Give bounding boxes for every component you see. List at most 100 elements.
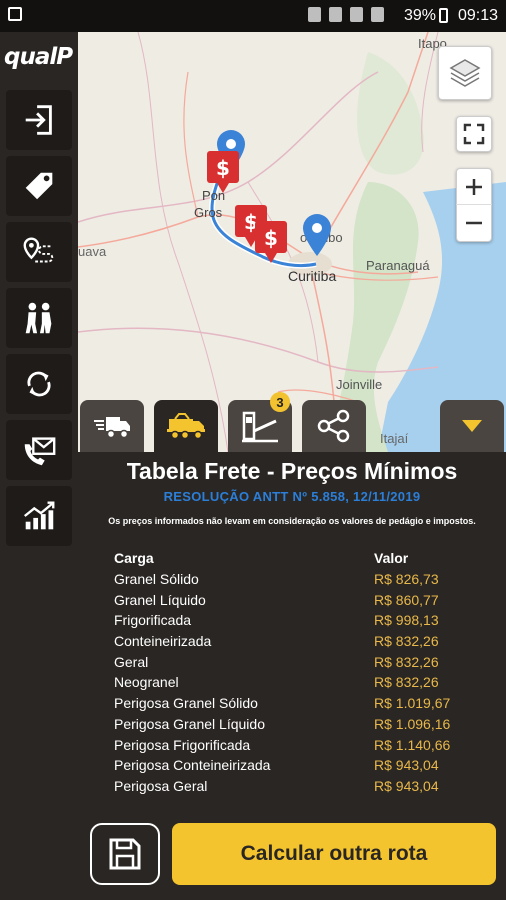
- cargo-type: Geral: [114, 653, 149, 670]
- table-header: Carga Valor: [114, 548, 474, 569]
- alarm-icon: [308, 7, 321, 22]
- status-bar: 39% 09:13: [0, 0, 506, 32]
- svg-text:$: $: [264, 226, 278, 250]
- table-row: Perigosa Frigorificada R$ 1.140,66: [114, 734, 474, 755]
- app-logo: qualP: [4, 44, 73, 70]
- cargo-type: Perigosa Conteineirizada: [114, 757, 271, 774]
- cargo-value: R$ 832,26: [374, 633, 439, 650]
- layers-button[interactable]: [438, 46, 492, 100]
- cargo-type: Perigosa Granel Líquido: [114, 715, 265, 732]
- battery-percentage: 39%: [403, 7, 436, 24]
- gallery-icon: [8, 7, 22, 21]
- sidebar: qualP: [0, 32, 78, 900]
- plus-icon: [466, 178, 482, 195]
- table-row: Neogranel R$ 832,26: [114, 672, 474, 693]
- app-root: 39% 09:13 qualP Itapo Pon Gros Curitiba …: [0, 0, 506, 900]
- cargo-value: R$ 832,26: [374, 674, 439, 691]
- cargo-value: R$ 832,26: [374, 653, 439, 670]
- minus-icon: [466, 221, 482, 225]
- sidebar-item-login[interactable]: [6, 90, 72, 150]
- zoom-out-button[interactable]: [456, 205, 492, 241]
- layers-icon: [449, 59, 481, 87]
- contact-icon: [24, 437, 56, 466]
- table-row: Perigosa Geral R$ 943,04: [114, 776, 474, 797]
- login-icon: [25, 105, 52, 135]
- sidebar-item-route[interactable]: [6, 222, 72, 282]
- toll-marker-icon[interactable]: $: [254, 220, 288, 264]
- cargo-value: R$ 1.140,66: [374, 736, 451, 753]
- save-button[interactable]: [90, 823, 160, 885]
- table-row: Granel Líquido R$ 860,77: [114, 589, 474, 610]
- toll-count-badge: 3: [270, 392, 290, 412]
- panel-title: Tabela Frete - Preços Mínimos: [126, 458, 458, 484]
- tab-freight[interactable]: [154, 400, 218, 452]
- sidebar-item-contact[interactable]: [6, 420, 72, 480]
- cargo-type: Neogranel: [114, 674, 179, 691]
- cargo-value: R$ 1.019,67: [374, 695, 451, 712]
- truck-icon: [94, 417, 130, 439]
- bottom-tabs: 3: [78, 392, 506, 452]
- zoom-in-button[interactable]: [456, 169, 492, 205]
- table-row: Perigosa Conteineirizada R$ 943,04: [114, 755, 474, 776]
- route-icon: [23, 237, 54, 263]
- cargo-value: R$ 1.096,16: [374, 715, 451, 732]
- cargo-type: Perigosa Granel Sólido: [114, 695, 258, 712]
- zoom-control: [456, 168, 492, 242]
- tab-share[interactable]: [302, 400, 366, 452]
- tag-icon: [25, 172, 53, 200]
- sidebar-item-tag[interactable]: [6, 156, 72, 216]
- cargo-type: Perigosa Geral: [114, 777, 208, 794]
- sidebar-item-refresh[interactable]: [6, 354, 72, 414]
- chart-icon: [24, 501, 55, 530]
- collapse-panel-button[interactable]: [440, 400, 504, 452]
- destination-pin-icon[interactable]: [302, 214, 332, 256]
- sidebar-item-chart[interactable]: [6, 486, 72, 546]
- svg-text:$: $: [216, 156, 230, 180]
- map-label-paranagua: Paranaguá: [366, 258, 430, 273]
- freight-table-panel: Tabela Frete - Preços Mínimos RESOLUÇÃO …: [78, 452, 506, 900]
- map-label-grossa: Gros: [194, 205, 223, 220]
- cargo-type: Granel Sólido: [114, 571, 199, 588]
- table-row: Frigorificada R$ 998,13: [114, 610, 474, 631]
- tab-toll[interactable]: 3: [228, 392, 292, 452]
- status-icons: [308, 7, 384, 22]
- refresh-icon: [27, 371, 51, 397]
- wifi-icon: [350, 7, 363, 22]
- freight-truck-icon: [167, 413, 205, 440]
- cargo-value: R$ 826,73: [374, 571, 439, 588]
- table-row: Perigosa Granel Sólido R$ 1.019,67: [114, 693, 474, 714]
- resolution-link[interactable]: RESOLUÇÃO ANTT Nº 5.858, 12/11/2019: [78, 489, 506, 504]
- battery-icon: [439, 8, 448, 23]
- disclaimer-note: Os preços informados não levam em consid…: [108, 516, 476, 526]
- table-row: Perigosa Granel Líquido R$ 1.096,16: [114, 714, 474, 735]
- cargo-type: Granel Líquido: [114, 591, 206, 608]
- freight-table: Carga Valor Granel Sólido R$ 826,73 Grane…: [114, 548, 474, 796]
- sidebar-item-people[interactable]: [6, 288, 72, 348]
- fullscreen-icon: [463, 123, 485, 145]
- map-label-guava: uava: [78, 244, 107, 259]
- cargo-value: R$ 860,77: [374, 591, 439, 608]
- table-row: Geral R$ 832,26: [114, 651, 474, 672]
- map-label-joinville: Joinville: [336, 377, 383, 392]
- toll-marker-icon[interactable]: $: [206, 150, 240, 194]
- map-view[interactable]: Itapo Pon Gros Curitiba olombo Paranaguá…: [78, 32, 506, 452]
- clock: 09:13: [457, 7, 498, 24]
- tab-truck[interactable]: [80, 400, 144, 452]
- cargo-type: Conteineirizada: [114, 633, 212, 650]
- calculate-new-route-button[interactable]: Calcular outra rota: [172, 823, 496, 885]
- toll-icon: [242, 411, 278, 443]
- column-header-valor: Valor: [374, 550, 409, 567]
- mute-icon: [329, 7, 342, 22]
- cargo-value: R$ 943,04: [374, 777, 439, 794]
- table-row: Granel Sólido R$ 826,73: [114, 569, 474, 590]
- cargo-type: Frigorificada: [114, 612, 192, 629]
- map-label-curitiba: Curitiba: [288, 268, 337, 284]
- fullscreen-button[interactable]: [456, 116, 492, 152]
- signal-icon: [371, 7, 384, 22]
- people-icon: [25, 302, 52, 334]
- cargo-value: R$ 943,04: [374, 757, 439, 774]
- share-icon: [317, 409, 350, 443]
- table-row: Conteineirizada R$ 832,26: [114, 631, 474, 652]
- column-header-carga: Carga: [114, 550, 154, 567]
- cargo-value: R$ 998,13: [374, 612, 439, 629]
